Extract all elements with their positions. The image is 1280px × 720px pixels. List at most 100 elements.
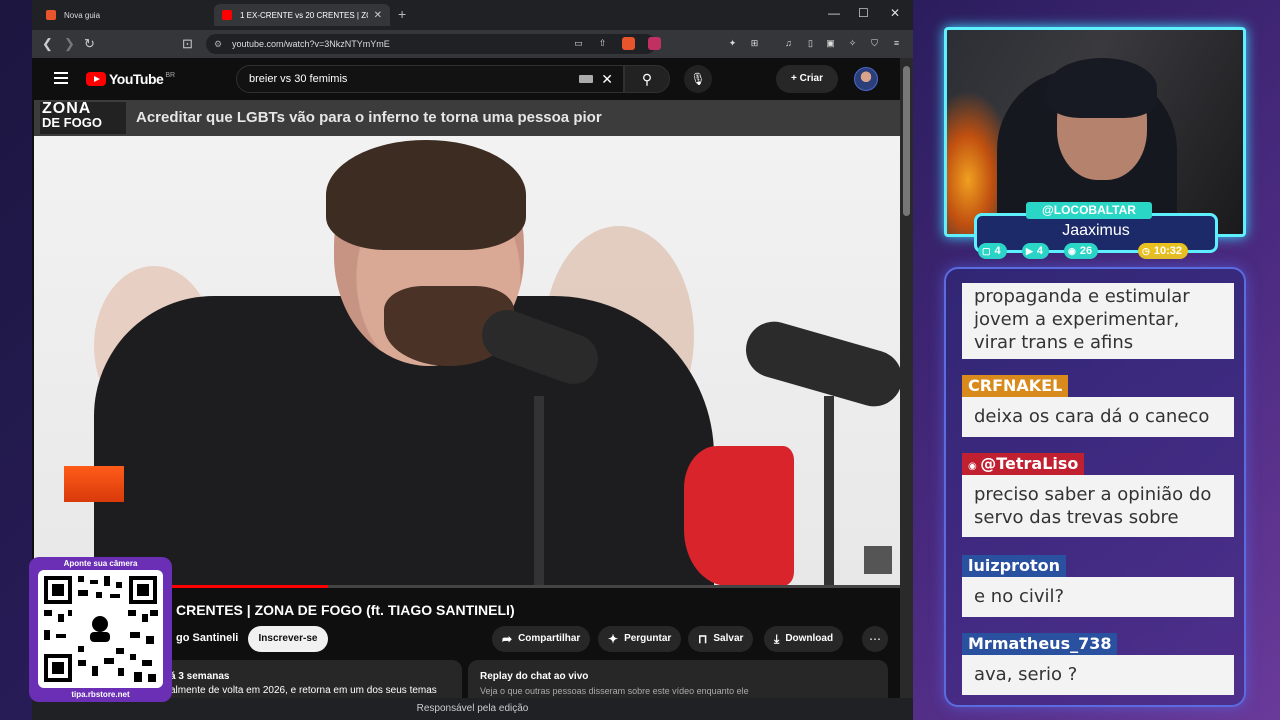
stat-uptime: ◷ 10:32 [1138, 243, 1188, 259]
clear-search-icon[interactable]: ✕ [601, 66, 613, 92]
stat-value: 10:32 [1153, 245, 1182, 257]
subscribe-button[interactable]: Inscrever-se [248, 626, 328, 652]
tab-title: Nova guia [64, 10, 101, 20]
ask-label: Perguntar [624, 633, 672, 644]
url-text: youtube.com/watch?v=3NkzNTYmYmE [232, 39, 390, 49]
leo-ai-icon[interactable]: ✧ [846, 37, 859, 50]
stat-value: 26 [1079, 245, 1093, 257]
site-info-icon[interactable]: ⚙ [214, 34, 222, 54]
logo-line-2: DE FOGO [42, 115, 102, 130]
kick-icon: ◉ [1068, 246, 1076, 256]
channel-name[interactable]: go Santineli [176, 632, 238, 644]
reload-button[interactable]: ↻ [84, 36, 95, 52]
clock-icon: ◷ [1142, 246, 1150, 256]
menu-icon[interactable]: ≡ [890, 37, 903, 50]
qr-url: tipa.rbstore.net [71, 690, 130, 699]
save-label: Salvar [713, 633, 744, 644]
description-meta: á 3 semanas [170, 671, 230, 682]
qr-overlay: Aponte sua câmera tipa.rbstore.net [29, 557, 172, 702]
brave-rewards-icon[interactable] [648, 37, 661, 50]
new-tab-button[interactable]: + [398, 6, 406, 22]
tab-new[interactable]: Nova guia [38, 4, 210, 26]
stat-kick: ◉ 26 [1064, 243, 1099, 259]
tab-bar: Nova guia 1 EX-CRENTE vs 20 CRENTES | ZO… [32, 0, 913, 30]
current-game: Jaaximus [1062, 222, 1130, 239]
bookmark-icon[interactable]: ⊡ [182, 36, 193, 52]
forward-button[interactable]: ❯ [64, 36, 75, 52]
chat-message: preciso saber a opinião do servo das tre… [962, 475, 1234, 537]
mic-stand [824, 396, 834, 588]
chat-message: e no civil? [962, 577, 1234, 617]
keyboard-icon[interactable] [579, 75, 593, 83]
mic-icon: 🎙 [690, 72, 706, 86]
download-icon: ⤓ [774, 632, 780, 646]
stat-twitch: ▢ 4 [978, 243, 1007, 259]
logo-text: YouTube [109, 71, 164, 87]
extensions-icon[interactable]: ✦ [726, 37, 739, 50]
cast-icon[interactable]: ▭ [572, 37, 585, 50]
close-window-button[interactable]: ✕ [890, 6, 900, 20]
share-button[interactable]: ➦ Compartilhar [492, 626, 591, 652]
back-button[interactable]: ❮ [42, 36, 53, 52]
share-icon[interactable]: ⇧ [596, 37, 609, 50]
screenshot-icon[interactable]: ⊞ [748, 37, 761, 50]
create-label: Criar [799, 73, 823, 84]
qr-caption: Aponte sua câmera [63, 559, 138, 568]
chat-badge-icon: ◉ [968, 461, 981, 472]
sidebar-icon[interactable]: ▯ [804, 37, 817, 50]
watermark-logo [864, 546, 892, 574]
ask-button[interactable]: ✦ Perguntar [598, 626, 682, 652]
chat-message: propaganda e estimular jovem a experimen… [962, 283, 1234, 359]
more-actions-button[interactable]: ⋯ [862, 626, 888, 652]
microphone [739, 315, 900, 413]
search-icon: ⚲ [641, 71, 653, 87]
tab-title: 1 EX-CRENTE vs 20 CRENTES | ZONA DE... [240, 10, 368, 20]
maximize-button[interactable]: ☐ [858, 6, 869, 20]
avatar[interactable] [854, 67, 878, 91]
qr-code-graphic [44, 576, 158, 682]
logo-line-1: ZONA [42, 100, 92, 117]
download-label: Download [785, 633, 834, 644]
youtube-play-icon [86, 72, 106, 86]
vpn-icon[interactable]: ⛉ [868, 37, 881, 50]
red-cloth [684, 446, 794, 586]
search-button[interactable]: ⚲ [624, 65, 670, 93]
create-button[interactable]: + Criar [776, 65, 838, 93]
zona-de-fogo-logo: ZONA DE FOGO [40, 100, 126, 134]
description-text: almente de volta em 2026, e retorna em u… [170, 685, 437, 696]
url-field[interactable]: ⚙ youtube.com/watch?v=3NkzNTYmYmE [206, 34, 656, 54]
youtube-icon: ▶ [1026, 246, 1033, 256]
mic-stand [534, 396, 544, 588]
stat-value: 4 [994, 245, 1001, 257]
video-player[interactable]: ZONA DE FOGO Acreditar que LGBTs vão par… [34, 100, 900, 588]
wallet-icon[interactable]: ▣ [824, 37, 837, 50]
search-value: breier vs 30 femimis [249, 73, 348, 85]
chat-message: ava, serio ? [962, 655, 1234, 695]
address-bar: ❮ ❯ ↻ ⊡ ⚙ youtube.com/watch?v=3NkzNTYmYm… [32, 30, 913, 58]
tab-youtube[interactable]: 1 EX-CRENTE vs 20 CRENTES | ZONA DE... ✕ [214, 4, 390, 26]
hamburger-menu-icon[interactable] [54, 72, 68, 84]
video-banner: ZONA DE FOGO Acreditar que LGBTs vão par… [34, 100, 900, 136]
download-button[interactable]: ⤓ Download [764, 626, 844, 652]
chat-username: Mrmatheus_738 [962, 633, 1118, 655]
twitch-icon: ▢ [982, 246, 991, 256]
stat-value: 4 [1036, 245, 1044, 257]
scrollbar-thumb[interactable] [903, 66, 910, 216]
brave-shields-icon[interactable] [622, 37, 635, 50]
page-scrollbar[interactable] [900, 58, 913, 720]
youtube-logo[interactable]: YouTube BR [86, 71, 175, 87]
share-label: Compartilhar [518, 633, 581, 644]
chat-replay-title: Replay do chat ao vivo [480, 671, 589, 682]
voice-search-button[interactable]: 🎙 [684, 65, 712, 93]
stat-youtube: ▶ 4 [1022, 243, 1050, 259]
music-icon[interactable]: ♫ [782, 37, 795, 50]
speaker-hair [326, 140, 526, 250]
banner-text: Acreditar que LGBTs vão para o inferno t… [136, 109, 602, 126]
search-input[interactable]: breier vs 30 femimis ✕ [236, 65, 624, 93]
close-tab-icon[interactable]: ✕ [374, 10, 382, 21]
minimize-button[interactable]: — [828, 6, 840, 20]
chat-username: CRFNAKEL [962, 375, 1069, 397]
region-code: BR [165, 71, 176, 79]
save-button[interactable]: ⊓ Salvar [688, 626, 754, 652]
video-title: CRENTES | ZONA DE FOGO (ft. TIAGO SANTIN… [176, 602, 515, 618]
